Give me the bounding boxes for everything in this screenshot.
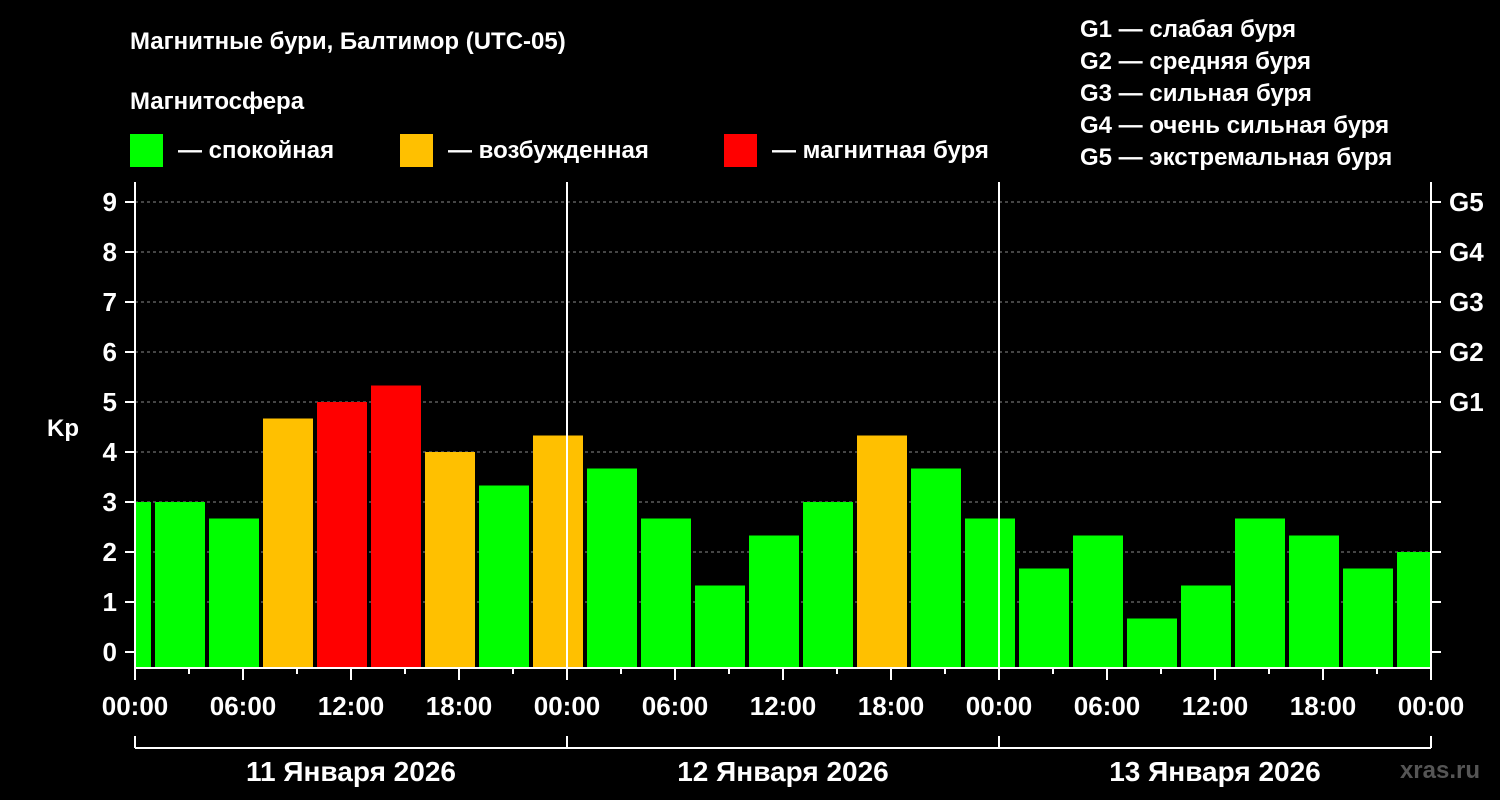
- legend-label-storm: — магнитная буря: [772, 137, 989, 164]
- x-tick-label: 18:00: [1290, 691, 1357, 721]
- g-level-label: G5: [1449, 187, 1484, 217]
- g-level-label: G3: [1449, 287, 1484, 317]
- y-tick-label: 5: [103, 387, 117, 417]
- kp-bar: [1181, 585, 1231, 668]
- plot-area: 0 1 2 3 4 5 6 7 8 9 G1 G2 G3 G4 G5 00:00 06:00 12:00 18:00…: [102, 182, 1484, 787]
- g-level-label: G2: [1449, 337, 1484, 367]
- kp-bar: [1073, 535, 1123, 668]
- x-tick-label: 06:00: [210, 691, 277, 721]
- date-label: 11 Января 2026: [246, 756, 456, 787]
- kp-bar: [155, 502, 205, 668]
- legend-label-calm: — спокойная: [178, 137, 334, 164]
- g-scale-g5: G5 — экстремальная буря: [1080, 144, 1392, 171]
- kp-bar: [371, 385, 421, 668]
- y-tick-label: 2: [103, 537, 117, 567]
- kp-bar: [1289, 535, 1339, 668]
- y-tick-label: 0: [103, 637, 117, 667]
- x-tick-label: 00:00: [1398, 691, 1465, 721]
- kp-bar: [911, 468, 961, 668]
- g-scale-g4: G4 — очень сильная буря: [1080, 112, 1389, 139]
- x-tick-label: 12:00: [318, 691, 385, 721]
- kp-chart: Магнитные бури, Балтимор (UTC-05) Магнит…: [47, 16, 1484, 787]
- g-scale-g2: G2 — средняя буря: [1080, 48, 1311, 75]
- legend-swatch-storm: [724, 134, 757, 167]
- kp-bar: [533, 435, 583, 668]
- chart-title: Магнитные бури, Балтимор (UTC-05): [130, 28, 566, 55]
- kp-bar: [965, 518, 1015, 668]
- legend-swatch-calm: [130, 134, 163, 167]
- g-level-label: G4: [1449, 237, 1484, 267]
- kp-bar: [749, 535, 799, 668]
- date-label: 12 Января 2026: [677, 756, 889, 787]
- y-tick-label: 1: [103, 587, 117, 617]
- kp-bar: [479, 485, 529, 668]
- x-tick-label: 06:00: [1074, 691, 1141, 721]
- kp-bar: [263, 418, 313, 668]
- g-level-label: G1: [1449, 387, 1484, 417]
- x-tick-label: 06:00: [642, 691, 709, 721]
- g-scale-g3: G3 — сильная буря: [1080, 80, 1312, 107]
- kp-bar: [1235, 518, 1285, 668]
- x-tick-label: 00:00: [534, 691, 601, 721]
- kp-bar: [1019, 568, 1069, 668]
- g-scale-g1: G1 — слабая буря: [1080, 16, 1296, 43]
- x-tick-label: 00:00: [102, 691, 169, 721]
- chart-stage: Магнитные бури, Балтимор (UTC-05) Магнит…: [0, 0, 1500, 800]
- y-tick-label: 7: [103, 287, 117, 317]
- kp-bar: [209, 518, 259, 668]
- kp-bar: [695, 585, 745, 668]
- kp-bar: [1127, 618, 1177, 668]
- date-label: 13 Января 2026: [1109, 756, 1321, 787]
- x-tick-label: 18:00: [858, 691, 925, 721]
- y-axis-label: Kp: [47, 415, 79, 442]
- kp-bar: [857, 435, 907, 668]
- kp-bar: [641, 518, 691, 668]
- legend-label-excited: — возбужденная: [448, 137, 649, 164]
- y-tick-label: 8: [103, 237, 117, 267]
- kp-bar: [1343, 568, 1393, 668]
- x-tick-label: 18:00: [426, 691, 493, 721]
- kp-bar: [587, 468, 637, 668]
- x-tick-label: 12:00: [1182, 691, 1249, 721]
- kp-bar: [317, 402, 367, 668]
- kp-bar: [425, 452, 475, 668]
- x-tick-label: 00:00: [966, 691, 1033, 721]
- legend-swatch-excited: [400, 134, 433, 167]
- y-tick-label: 3: [103, 487, 117, 517]
- y-tick-label: 9: [103, 187, 117, 217]
- y-tick-label: 6: [103, 337, 117, 367]
- kp-bar: [1397, 552, 1430, 668]
- kp-bar: [136, 502, 151, 668]
- x-tick-label: 12:00: [750, 691, 817, 721]
- y-tick-label: 4: [103, 437, 118, 467]
- kp-bar: [803, 502, 853, 668]
- legend-heading: Магнитосфера: [130, 88, 305, 115]
- watermark: xras.ru: [1400, 757, 1480, 784]
